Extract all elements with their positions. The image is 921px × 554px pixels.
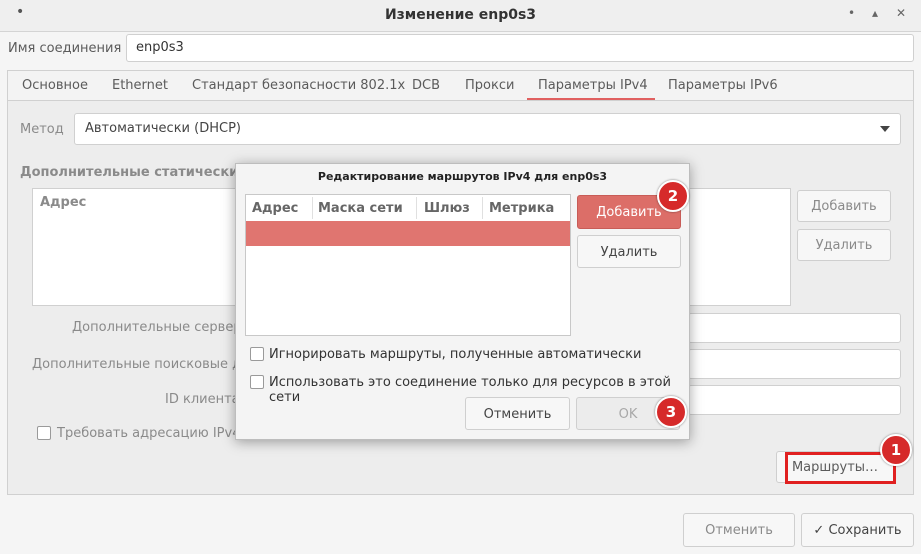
dns-servers-input[interactable] <box>688 313 901 343</box>
window-title: Изменение enp0s3 <box>384 7 537 23</box>
minimize-button[interactable]: • <box>848 6 855 20</box>
static-remove-button[interactable]: Удалить <box>797 229 891 261</box>
method-value: Автоматически (DHCP) <box>85 121 241 136</box>
dialog-title: Редактирование маршрутов IPv4 для enp0s3 <box>317 170 608 183</box>
client-id-input[interactable] <box>688 385 901 415</box>
routes-button-highlight <box>785 452 896 484</box>
tab-general[interactable]: Основное <box>22 78 88 93</box>
step-badge-3: 3 <box>655 396 687 428</box>
tab-bar: Основное Ethernet Стандарт безопасности … <box>8 71 913 101</box>
save-button[interactable]: ✓ Сохранить <box>801 513 914 547</box>
cancel-button[interactable]: Отменить <box>683 513 795 547</box>
tab-ipv6[interactable]: Параметры IPv6 <box>668 78 778 93</box>
dropdown-arrow-icon <box>880 126 890 132</box>
search-domains-input[interactable] <box>688 349 901 379</box>
column-separator <box>416 197 417 219</box>
tab-ethernet[interactable]: Ethernet <box>112 78 168 93</box>
only-local-checkbox[interactable] <box>250 375 264 389</box>
window-titlebar: • Изменение enp0s3 • ▴ ✕ <box>0 0 921 32</box>
column-separator <box>482 197 483 219</box>
static-add-button[interactable]: Добавить <box>797 190 891 222</box>
client-id-label: ID клиента <box>165 392 240 407</box>
column-separator <box>312 197 313 219</box>
active-tab-indicator <box>527 98 655 100</box>
step-badge-1: 1 <box>880 434 912 466</box>
routes-dialog: Редактирование маршрутов IPv4 для enp0s3… <box>235 163 690 440</box>
tab-proxy[interactable]: Прокси <box>465 78 514 93</box>
maximize-button[interactable]: ▴ <box>872 6 878 20</box>
ignore-auto-routes-label: Игнорировать маршруты, полученные автома… <box>269 347 642 362</box>
connection-name-input[interactable]: enp0s3 <box>126 34 914 62</box>
require-ipv4-checkbox[interactable] <box>37 426 51 440</box>
tab-ipv4[interactable]: Параметры IPv4 <box>538 78 648 93</box>
address-column-header: Адрес <box>40 195 87 210</box>
tab-dcb[interactable]: DCB <box>412 78 440 93</box>
method-label: Метод <box>20 122 64 137</box>
dialog-remove-button[interactable]: Удалить <box>577 235 681 268</box>
close-button[interactable]: ✕ <box>896 6 906 20</box>
method-select[interactable]: Автоматически (DHCP) <box>74 113 901 145</box>
require-ipv4-label: Требовать адресацию IPv4 д <box>57 426 254 441</box>
save-button-label: Сохранить <box>828 523 902 538</box>
connection-name-label: Имя соединения <box>8 41 122 56</box>
static-addresses-title: Дополнительные статические <box>20 165 248 180</box>
column-gateway[interactable]: Шлюз <box>424 201 470 216</box>
checkmark-icon: ✓ <box>813 523 825 538</box>
column-metric[interactable]: Метрика <box>489 201 554 216</box>
selected-route-row[interactable] <box>246 221 570 246</box>
dns-servers-label: Дополнительные серверы <box>72 320 252 335</box>
column-address[interactable]: Адрес <box>252 201 298 216</box>
routes-table[interactable]: Адрес Маска сети Шлюз Метрика <box>245 194 571 336</box>
dialog-cancel-button[interactable]: Отменить <box>465 397 570 430</box>
search-domains-label: Дополнительные поисковые до <box>32 357 250 372</box>
step-badge-2: 2 <box>657 180 689 212</box>
tab-8021x[interactable]: Стандарт безопасности 802.1x <box>192 78 405 93</box>
column-netmask[interactable]: Маска сети <box>318 201 403 216</box>
ignore-auto-routes-checkbox[interactable] <box>250 347 264 361</box>
